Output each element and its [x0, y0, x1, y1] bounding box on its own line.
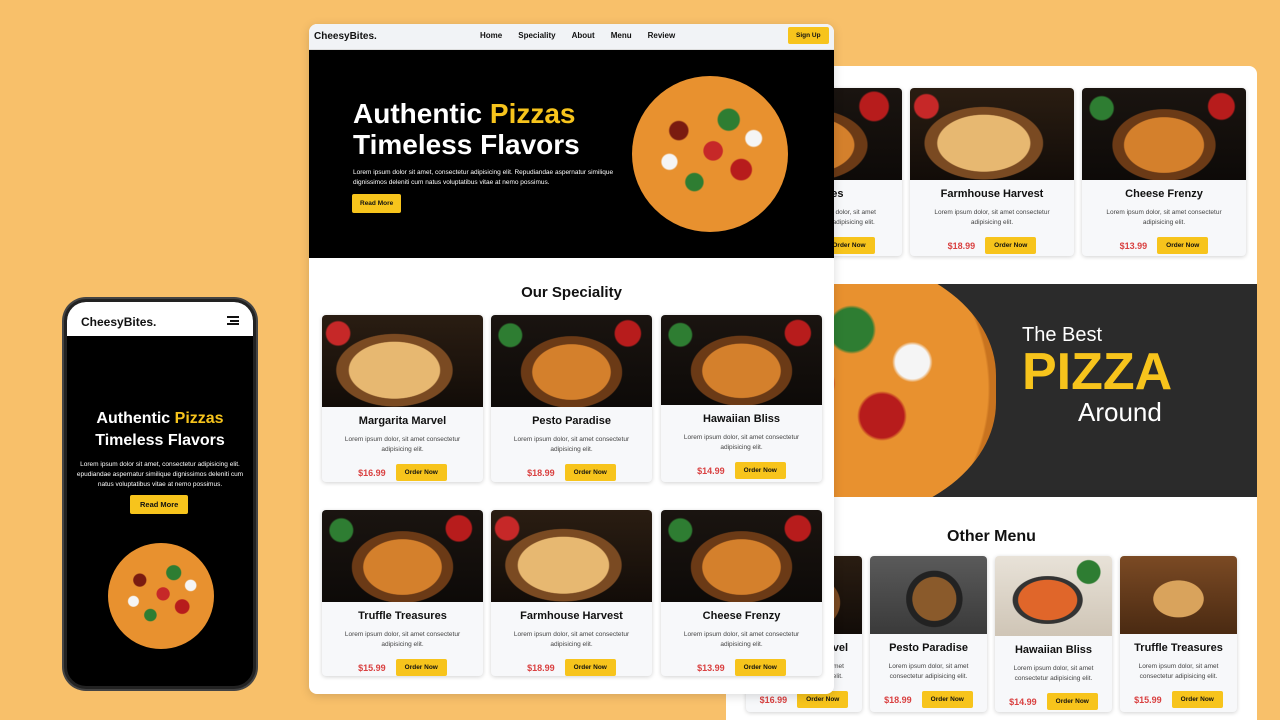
price: $14.99	[1009, 696, 1037, 707]
speciality-card: Pesto Paradise Lorem ipsum dolor, sit am…	[491, 315, 652, 482]
nav-home[interactable]: Home	[480, 31, 502, 40]
hero-heading: Authentic Pizzas Timeless Flavors	[353, 98, 580, 160]
product-name: Margarita Marvel	[358, 415, 447, 427]
nav-links: Home Speciality About Menu Review	[480, 31, 675, 40]
order-button[interactable]: Order Now	[564, 659, 616, 676]
speciality-card: Farmhouse Harvest Lorem ipsum dolor, sit…	[491, 510, 652, 676]
banner-line-2: PIZZA	[1022, 343, 1173, 401]
mobile-hero-heading: Authentic Pizzas Timeless Flavors	[67, 408, 253, 452]
hero-pizza-image	[632, 76, 788, 232]
price: $15.99	[1134, 694, 1162, 705]
mobile-navbar: CheesyBites.	[67, 302, 253, 336]
price: $18.99	[884, 694, 912, 705]
desktop-page: CheesyBites. Home Speciality About Menu …	[309, 24, 834, 694]
product-name: Pesto Paradise	[889, 642, 968, 654]
read-more-button[interactable]: Read More	[352, 194, 402, 213]
product-name: Hawaiian Bliss	[702, 413, 781, 425]
other-card-3: Hawaiian Bliss Lorem ipsum dolor, sit am…	[995, 556, 1112, 712]
mobile-hero-text: Lorem ipsum dolor sit amet, consectetur …	[76, 461, 244, 488]
product-desc: Lorem ipsum dolor, sit amet consectetur …	[344, 631, 461, 648]
product-name: Pesto Paradise	[532, 415, 611, 427]
speciality-card: Hawaiian Bliss Lorem ipsum dolor, sit am…	[661, 315, 822, 482]
product-desc: Lorem ipsum dolor, sit amet consectetur …	[1106, 209, 1222, 226]
other-card-2: Pesto Paradise Lorem ipsum dolor, sit am…	[870, 556, 987, 712]
mobile-brand[interactable]: CheesyBites.	[81, 315, 156, 329]
price: $16.99	[759, 694, 788, 705]
price: $15.99	[358, 662, 386, 673]
nav-speciality[interactable]: Speciality	[518, 31, 555, 40]
price: $18.99	[947, 240, 976, 251]
order-button[interactable]: Order Now	[564, 464, 616, 481]
product-desc: Lorem ipsum dolor, sit amet consectetur …	[934, 209, 1050, 226]
banner-text: The Best PIZZA Around	[1022, 324, 1202, 428]
speciality-card: Cheese Frenzy Lorem ipsum dolor, sit ame…	[661, 510, 822, 676]
mobile-read-more-button[interactable]: Read More	[130, 495, 189, 514]
nav-menu[interactable]: Menu	[611, 31, 632, 40]
order-button[interactable]: Order Now	[395, 659, 447, 676]
menu-icon[interactable]	[227, 316, 239, 325]
price: $13.99	[697, 662, 725, 673]
product-name: Truffle Treasures	[1134, 642, 1223, 654]
hero-text: Lorem ipsum dolor sit amet, consectetur …	[353, 169, 614, 186]
product-desc: Lorem ipsum dolor, sit amet consectetur …	[1013, 665, 1094, 682]
order-button[interactable]: Order Now	[395, 464, 447, 481]
price: $16.99	[358, 467, 386, 478]
product-name: Cheese Frenzy	[1125, 188, 1203, 200]
order-button[interactable]: Order Now	[1171, 691, 1223, 708]
hero-section: Authentic Pizzas Timeless Flavors Lorem …	[309, 50, 834, 258]
product-desc: Lorem ipsum dolor, sit amet consectetur …	[888, 663, 969, 680]
speciality-title: Our Speciality	[521, 284, 622, 301]
order-button[interactable]: Order Now	[921, 691, 973, 708]
mobile-phone: CheesyBites. Authentic Pizzas Timeless F…	[64, 299, 256, 689]
product-name: Cheese Frenzy	[702, 610, 781, 622]
mobile-heading-highlight: Pizzas	[174, 410, 224, 427]
product-desc: Lorem ipsum dolor, sit amet consectetur …	[513, 436, 630, 453]
mobile-pizza-image	[108, 543, 214, 649]
order-button[interactable]: Order Now	[1046, 693, 1098, 710]
price: $14.99	[697, 465, 725, 476]
banner-line-3: Around	[1078, 397, 1162, 427]
product-name: Hawaiian Bliss	[1014, 644, 1093, 656]
order-button[interactable]: Order Now	[985, 237, 1037, 254]
price: $13.99	[1119, 240, 1148, 251]
hero-heading-part1: Authentic	[353, 98, 490, 129]
product-desc: Lorem ipsum dolor, sit amet consectetur …	[683, 631, 800, 648]
mobile-heading-line2: Timeless Flavors	[95, 432, 225, 449]
price: $18.99	[527, 467, 555, 478]
product-name: Farmhouse Harvest	[520, 610, 623, 622]
price: $18.99	[527, 662, 555, 673]
navbar: CheesyBites. Home Speciality About Menu …	[309, 24, 834, 50]
brand-logo[interactable]: CheesyBites.	[314, 31, 377, 42]
hero-heading-highlight: Pizzas	[489, 98, 576, 129]
product-desc: Lorem ipsum dolor, sit amet consectetur …	[683, 434, 800, 451]
product-desc: Lorem ipsum dolor, sit amet consectetur …	[344, 436, 461, 453]
order-button[interactable]: Order Now	[734, 462, 786, 479]
product-name: Truffle Treasures	[358, 610, 447, 622]
order-button[interactable]: Order Now	[734, 659, 786, 676]
other-card-4: Truffle Treasures Lorem ipsum dolor, sit…	[1120, 556, 1237, 712]
speciality-card: Truffle Treasures Lorem ipsum dolor, sit…	[322, 510, 483, 676]
speciality-card: Margarita Marvel Lorem ipsum dolor, sit …	[322, 315, 483, 482]
nav-review[interactable]: Review	[648, 31, 676, 40]
product-desc: Lorem ipsum dolor, sit amet consectetur …	[1138, 663, 1219, 680]
product-desc: Lorem ipsum dolor, sit amet consectetur …	[513, 631, 630, 648]
back-card-2: Farmhouse Harvest Lorem ipsum dolor, sit…	[910, 88, 1074, 256]
product-name: Farmhouse Harvest	[940, 188, 1044, 200]
order-button[interactable]: Order Now	[1157, 237, 1209, 254]
mobile-heading-part1: Authentic	[96, 410, 175, 427]
signup-button[interactable]: Sign Up	[788, 27, 829, 44]
nav-about[interactable]: About	[572, 31, 595, 40]
back-card-3: Cheese Frenzy Lorem ipsum dolor, sit ame…	[1082, 88, 1246, 256]
hero-heading-line2: Timeless Flavors	[353, 129, 580, 160]
